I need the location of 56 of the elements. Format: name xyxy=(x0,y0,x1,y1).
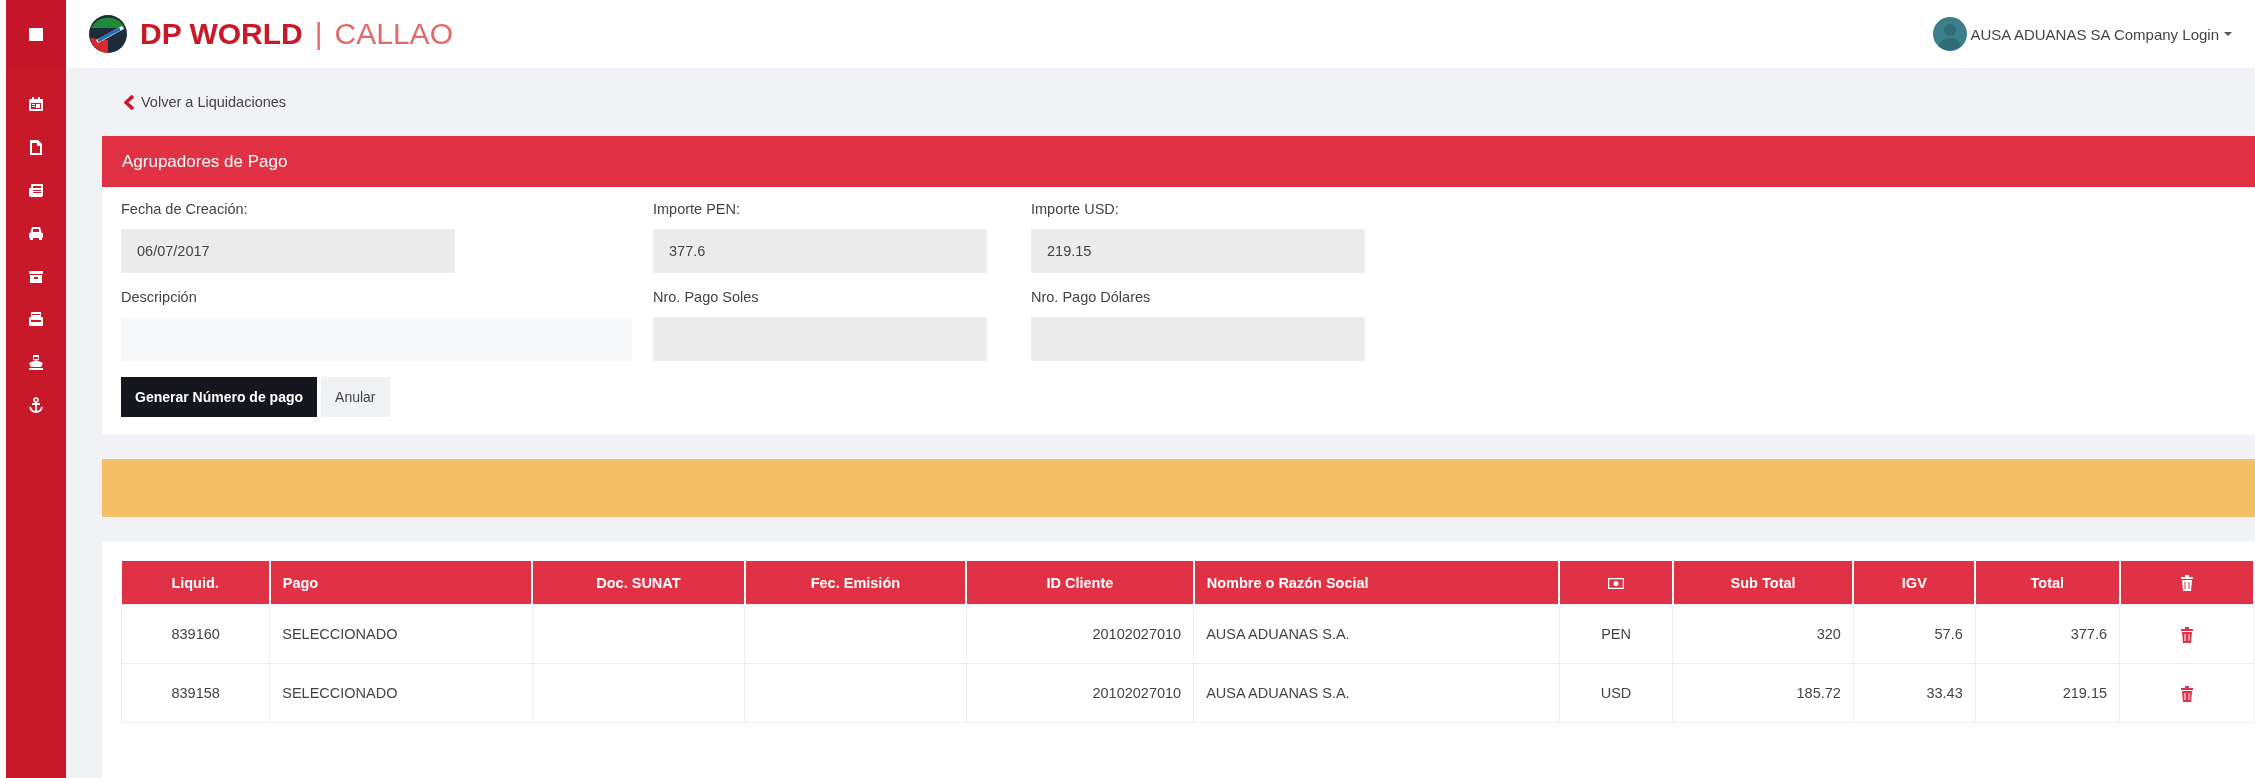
table-cell: 185.72 xyxy=(1796,685,1841,701)
printer-icon[interactable] xyxy=(28,311,44,328)
logo-icon xyxy=(88,14,128,54)
columns-icon[interactable] xyxy=(28,25,44,43)
table-cell: USD xyxy=(1600,685,1632,701)
trash-header-icon xyxy=(2179,574,2194,592)
trash-icon[interactable] xyxy=(2179,684,2194,702)
column-header: Doc. SUNAT xyxy=(596,574,681,591)
table-cell: 377.6 xyxy=(2070,626,2107,642)
column-header: Nombre o Razón Social xyxy=(1206,574,1369,591)
location-name: CALLAO xyxy=(334,17,453,51)
field-label: Importe USD: xyxy=(1031,201,1120,219)
column-header: Fec. Emisión xyxy=(810,574,901,591)
generate-button[interactable]: Generar Número de pago xyxy=(121,377,318,417)
money-icon xyxy=(1608,578,1625,590)
column-header: IGV xyxy=(1901,574,1927,591)
chevron-left-icon[interactable] xyxy=(124,94,135,110)
field-label: Nro. Pago Dólares xyxy=(1031,289,1152,307)
table-cell: AUSA ADUANAS S.A. xyxy=(1206,685,1350,701)
avatar-icon xyxy=(1932,17,1967,51)
table-cell: 20102027010 xyxy=(1092,626,1182,642)
user-menu-link[interactable]: AUSA ADUANAS SA Company Login xyxy=(1970,25,2219,43)
document-icon[interactable] xyxy=(28,139,44,156)
table-cell: 57.6 xyxy=(1934,626,1963,642)
ship-icon[interactable] xyxy=(28,354,44,371)
panel-title: Agrupadores de Pago xyxy=(122,151,288,172)
table-cell: 320 xyxy=(1816,626,1841,642)
archive-icon[interactable] xyxy=(28,268,44,285)
table-cell: 20102027010 xyxy=(1092,685,1182,701)
column-header: Pago xyxy=(282,574,319,591)
column-header: ID Cliente xyxy=(1046,574,1114,591)
field-label: Importe PEN: xyxy=(653,201,742,219)
table-cell: 839158 xyxy=(171,685,220,701)
calendar-icon[interactable] xyxy=(28,96,44,113)
column-header: Sub Total xyxy=(1730,574,1796,591)
table-cell: 839160 xyxy=(171,626,220,642)
field-label: Descripción xyxy=(121,289,198,307)
brand-separator: | xyxy=(314,17,323,51)
column-header: Liquid. xyxy=(171,574,219,591)
field-label: Fecha de Creación: xyxy=(121,201,249,219)
newspaper-icon[interactable] xyxy=(28,182,44,199)
anchor-icon[interactable] xyxy=(28,397,44,414)
table-cell: SELECCIONADO xyxy=(282,685,398,701)
cancel-button[interactable]: Anular xyxy=(321,377,390,417)
table-cell: 219.15 xyxy=(2062,685,2107,701)
back-link[interactable]: Volver a Liquidaciones xyxy=(141,94,287,110)
table-cell: PEN xyxy=(1601,626,1631,642)
column-header: Total xyxy=(2030,574,2065,591)
table-cell: 33.43 xyxy=(1926,685,1963,701)
table-cell: SELECCIONADO xyxy=(282,626,398,642)
table-cell: AUSA ADUANAS S.A. xyxy=(1206,626,1350,642)
brand-name: DP WORLD xyxy=(140,17,303,51)
caret-icon[interactable] xyxy=(2223,31,2233,37)
field-label: Nro. Pago Soles xyxy=(653,289,760,307)
trash-icon[interactable] xyxy=(2179,625,2194,643)
car-icon[interactable] xyxy=(28,225,44,242)
